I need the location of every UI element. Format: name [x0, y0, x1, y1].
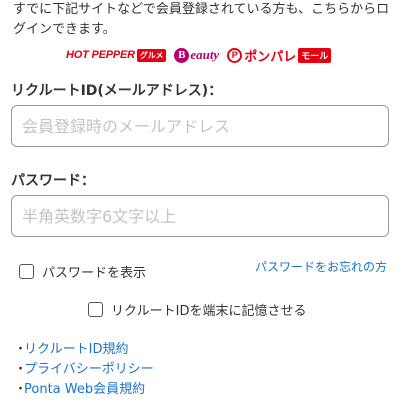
login-page: すでに下記サイトなどで会員登録されている方も、こちらからログインできます。 HO… — [0, 0, 400, 400]
bullet-icon: ・ — [14, 362, 28, 377]
beauty-logo-name: eauty — [190, 47, 220, 62]
hotpepper-gourmet-logo: HOT PEPPER グルメ — [66, 48, 167, 62]
ponpare-logo-name: ポンパレ — [244, 48, 297, 64]
recruit-id-label: リクルートID(メールアドレス)： — [11, 83, 223, 99]
ponpare-mall-logo: P ポンパレ モール — [227, 46, 332, 65]
password-label: パスワード： — [11, 173, 95, 189]
show-password-toggle[interactable]: パスワードを表示 — [19, 262, 146, 281]
forgot-password-link[interactable]: パスワードをお忘れの方 — [255, 258, 387, 275]
bullet-icon: ・ — [14, 342, 28, 357]
show-password-label: パスワードを表示 — [42, 266, 147, 281]
recruit-id-terms-link[interactable]: リクルートID規約 — [24, 340, 128, 360]
bullet-icon: ・ — [14, 382, 28, 397]
list-item: ・ リクルートID規約 — [14, 340, 154, 360]
remember-id-toggle[interactable]: リクルートIDを端末に記憶させる — [88, 300, 306, 319]
hotpepper-logo-name: HOT PEPPER — [66, 49, 135, 61]
partner-logos: HOT PEPPER グルメ B eauty P ポンパレ モール — [66, 44, 332, 66]
remember-id-label: リクルートIDを端末に記憶させる — [111, 304, 307, 319]
beauty-logo-mark: B — [174, 47, 190, 63]
privacy-policy-link[interactable]: プライバシーポリシー — [24, 360, 154, 380]
list-item: ・ プライバシーポリシー — [14, 360, 154, 380]
hotpepper-beauty-logo: B eauty — [174, 47, 219, 63]
footer-links: ・ リクルートID規約 ・ プライバシーポリシー ・ Ponta Web会員規約 — [14, 340, 154, 400]
ponpare-logo-mark: P — [227, 47, 243, 63]
password-input[interactable] — [11, 195, 389, 237]
list-item: ・ Ponta Web会員規約 — [14, 380, 154, 400]
hotpepper-logo-sub: グルメ — [136, 48, 167, 62]
recruit-id-input[interactable] — [11, 105, 389, 147]
remember-id-checkbox[interactable] — [88, 302, 103, 317]
ponpare-logo-sub: モール — [298, 47, 332, 63]
show-password-checkbox[interactable] — [19, 264, 34, 279]
intro-text: すでに下記サイトなどで会員登録されている方も、こちらからログインできます。 — [13, 2, 390, 37]
ponta-web-terms-link[interactable]: Ponta Web会員規約 — [24, 380, 145, 400]
